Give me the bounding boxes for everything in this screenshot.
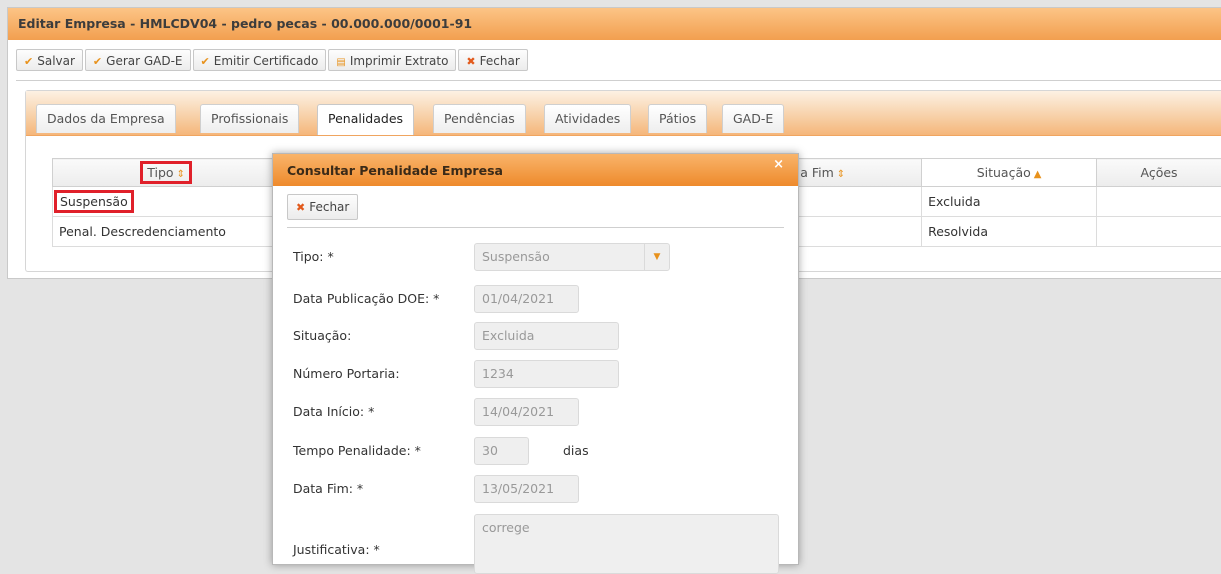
numero-portaria-input[interactable]: 1234 bbox=[474, 360, 619, 388]
sort-ascending-icon: ▲ bbox=[1034, 169, 1042, 180]
status-cell: Excluida bbox=[922, 187, 1097, 217]
column-situacao[interactable]: Situação▲ bbox=[922, 159, 1097, 187]
column-acoes: Ações bbox=[1097, 159, 1221, 187]
close-icon: ✖ bbox=[466, 55, 475, 68]
data-inicio-input[interactable]: 14/04/2021 bbox=[474, 398, 579, 426]
tab-gad-e[interactable]: GAD-E bbox=[722, 104, 784, 133]
save-button[interactable]: ✔Salvar bbox=[16, 49, 83, 71]
penalty-dialog: Consultar Penalidade Empresa × ✖Fechar T… bbox=[272, 153, 799, 565]
chevron-down-icon: ▼ bbox=[644, 244, 669, 270]
tipo-header-highlight: Tipo⇕ bbox=[143, 164, 189, 181]
tipo-cell: Penal. Descredenciamento bbox=[53, 217, 280, 247]
close-icon[interactable]: × bbox=[773, 148, 784, 182]
tempo-penalidade-input[interactable]: 30 bbox=[474, 437, 529, 465]
check-icon: ✔ bbox=[93, 55, 102, 68]
tab-penalidades[interactable]: Penalidades bbox=[317, 104, 414, 135]
sort-icon: ⇕ bbox=[177, 169, 185, 180]
column-tipo[interactable]: Tipo⇕ bbox=[53, 159, 280, 187]
check-icon: ✔ bbox=[24, 55, 33, 68]
tab-pendencias[interactable]: Pendências bbox=[433, 104, 526, 133]
check-icon: ✔ bbox=[201, 55, 210, 68]
toolbar: ✔Salvar✔Gerar GAD-E✔Emitir Certificado▤I… bbox=[16, 49, 530, 73]
justificativa-textarea[interactable]: correge bbox=[474, 514, 779, 574]
tipo-cell-highlight: Suspensão bbox=[57, 193, 131, 210]
tab-atividades[interactable]: Atividades bbox=[544, 104, 631, 133]
dialog-title: Consultar Penalidade Empresa × bbox=[273, 154, 798, 186]
close-button[interactable]: ✖Fechar bbox=[458, 49, 527, 71]
status-cell: Resolvida bbox=[922, 217, 1097, 247]
tab-profissionais[interactable]: Profissionais bbox=[200, 104, 299, 133]
tab-bar: Dados da Empresa Profissionais Penalidad… bbox=[26, 91, 1221, 136]
unit-label: dias bbox=[563, 437, 589, 465]
dialog-divider bbox=[287, 227, 784, 228]
dialog-close-button[interactable]: ✖Fechar bbox=[287, 194, 358, 220]
generate-gad-button[interactable]: ✔Gerar GAD-E bbox=[85, 49, 191, 71]
print-statement-button[interactable]: ▤Imprimir Extrato bbox=[328, 49, 456, 71]
sort-icon: ⇕ bbox=[837, 169, 845, 180]
data-fim-input[interactable]: 13/05/2021 bbox=[474, 475, 579, 503]
issue-certificate-button[interactable]: ✔Emitir Certificado bbox=[193, 49, 327, 71]
panel-title: Editar Empresa - HMLCDV04 - pedro pecas … bbox=[8, 8, 1221, 40]
print-icon: ▤ bbox=[336, 57, 345, 68]
tipo-select[interactable]: Suspensão ▼ bbox=[474, 243, 670, 271]
tab-patios[interactable]: Pátios bbox=[648, 104, 707, 133]
data-publicacao-input[interactable]: 01/04/2021 bbox=[474, 285, 579, 313]
situacao-input[interactable]: Excluida bbox=[474, 322, 619, 350]
toolbar-divider bbox=[16, 80, 1221, 81]
close-icon: ✖ bbox=[296, 201, 305, 214]
tab-dados-empresa[interactable]: Dados da Empresa bbox=[36, 104, 176, 133]
